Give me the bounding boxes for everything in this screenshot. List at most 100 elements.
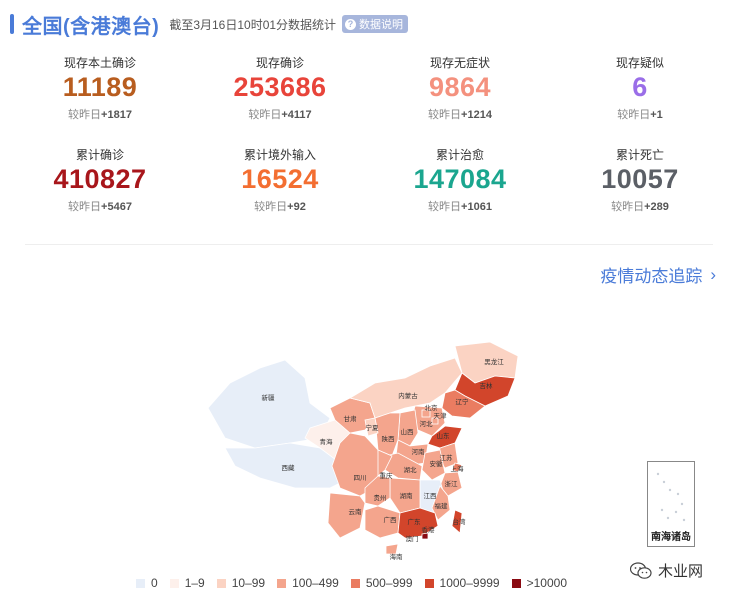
map-label: 广东 (408, 517, 422, 526)
map-label: 内蒙古 (398, 391, 418, 400)
stat-label: 累计确诊 (75, 148, 124, 162)
legend-swatch (277, 578, 287, 588)
stats-grid: 现存本土确诊 11189 较昨日+1817 现存确诊 253686 较昨日+41… (10, 50, 730, 234)
data-explain-button[interactable]: ? 数据说明 (342, 15, 409, 33)
map-label: 黑龙江 (484, 357, 504, 366)
map-label: 台湾 (453, 517, 467, 526)
stat-label: 现存疑似 (615, 56, 664, 70)
map-label: 安徽 (430, 459, 444, 468)
stat-label: 累计治愈 (435, 148, 484, 162)
province-shaanxi[interactable] (374, 412, 401, 457)
legend-item[interactable]: 1–9 (169, 576, 205, 590)
title-accent-bar (10, 14, 14, 34)
stat-value: 10057 (601, 164, 679, 194)
stat-current-local-confirmed: 现存本土确诊 11189 较昨日+1817 (10, 50, 190, 142)
stat-value: 11189 (62, 72, 138, 102)
legend-swatch (136, 578, 145, 588)
page-header: 全国(含港澳台) 截至3月16日10时01分数据统计 ? 数据说明 (10, 12, 409, 38)
stat-delta: 较昨日+4117 (248, 109, 312, 121)
legend-swatch (511, 578, 521, 588)
province-shanxi[interactable] (397, 409, 419, 447)
province-hainan[interactable] (385, 543, 399, 555)
stat-label: 累计境外输入 (243, 148, 316, 162)
map-label: 贵州 (374, 493, 387, 502)
page-title: 全国(含港澳台) (22, 15, 160, 38)
stat-value: 147084 (413, 164, 507, 194)
map-label: 重庆 (380, 471, 394, 480)
inset-label: 南海诸岛 (651, 532, 691, 543)
stat-total-cured: 累计治愈 147084 较昨日+1061 (370, 142, 550, 234)
stat-current-confirmed: 现存确诊 253686 较昨日+4117 (190, 50, 370, 142)
trend-tracking-link[interactable]: 疫情动态追踪 › (600, 262, 716, 287)
stats-row-cumulative: 累计确诊 410827 较昨日+5467 累计境外输入 16524 较昨日+92… (10, 142, 730, 234)
legend-item[interactable]: 500–999 (350, 576, 413, 590)
map-legend: 0 1–9 10–99 100–499 500–999 1000–9999 >1… (136, 576, 579, 590)
stat-delta: 较昨日+1817 (68, 109, 132, 121)
stat-total-confirmed: 累计确诊 410827 较昨日+5467 (10, 142, 190, 234)
stat-label: 累计死亡 (615, 148, 664, 162)
map-label: 湖北 (404, 465, 418, 474)
question-icon: ? (345, 18, 357, 30)
wechat-icon (630, 561, 652, 579)
stat-total-imported: 累计境外输入 16524 较昨日+92 (190, 142, 370, 234)
chevron-right-icon: › (710, 264, 716, 284)
map-label: 河南 (412, 447, 426, 456)
map-label: 青海 (320, 437, 334, 446)
map-label: 陕西 (382, 434, 396, 443)
stat-label: 现存本土确诊 (63, 56, 136, 70)
stat-value: 16524 (241, 164, 319, 194)
map-label: 西藏 (282, 463, 296, 472)
stat-delta: 较昨日+1061 (428, 201, 492, 213)
map-label: 福建 (435, 501, 449, 510)
map-label: 山东 (437, 431, 451, 440)
map-label: 云南 (349, 507, 363, 516)
stat-label: 现存无症状 (429, 56, 490, 70)
stat-value: 9864 (428, 72, 492, 102)
map-label: 吉林 (480, 381, 494, 390)
map-label: 北京 (425, 403, 439, 412)
map-label: 辽宁 (456, 397, 470, 406)
legend-item[interactable]: 100–499 (277, 576, 339, 590)
stat-delta: 较昨日+5467 (68, 201, 132, 213)
stat-delta: 较昨日+1 (617, 109, 663, 121)
stat-value: 6 (632, 72, 648, 102)
stat-label: 现存确诊 (255, 56, 304, 70)
china-map: 新疆 西藏 青海 甘肃 宁夏 内蒙古 黑龙江 吉林 辽宁 北京 天津 河北 山西… (207, 341, 519, 561)
map-label: 湖南 (400, 491, 414, 500)
stat-total-deaths: 累计死亡 10057 较昨日+289 (550, 142, 730, 234)
map-label: 上海 (451, 464, 465, 473)
map-label: 香港 (422, 525, 436, 534)
legend-item[interactable]: >10000 (511, 576, 567, 590)
map-label: 四川 (354, 474, 367, 482)
legend-swatch (424, 578, 434, 588)
map-label: 浙江 (445, 479, 459, 488)
map-label: 广西 (384, 515, 398, 524)
legend-swatch (169, 578, 179, 588)
stats-row-current: 现存本土确诊 11189 较昨日+1817 现存确诊 253686 较昨日+41… (10, 50, 730, 142)
map-label: 江西 (424, 492, 438, 500)
map-label: 河北 (420, 420, 434, 428)
data-explain-label: 数据说明 (359, 19, 404, 31)
stat-delta: 较昨日+92 (254, 201, 306, 213)
map-label: 宁夏 (366, 423, 380, 432)
legend-swatch (216, 578, 226, 588)
stat-delta: 较昨日+1214 (428, 109, 492, 121)
watermark: 木业网 (630, 560, 703, 581)
map-label: 海南 (390, 552, 404, 561)
data-timestamp: 截至3月16日10时01分数据统计 (169, 17, 337, 32)
legend-item[interactable]: 10–99 (216, 576, 265, 590)
map-label: 山西 (401, 427, 415, 436)
legend-item[interactable]: 1000–9999 (424, 576, 500, 590)
map-label: 甘肃 (344, 414, 358, 423)
stat-value: 410827 (53, 164, 147, 194)
legend-swatch (350, 578, 360, 588)
trend-link-label: 疫情动态追踪 (600, 267, 703, 286)
map-label: 天津 (434, 412, 448, 420)
section-divider (25, 244, 713, 245)
legend-item[interactable]: 0 (136, 576, 158, 590)
map-label: 澳门 (406, 534, 419, 543)
stat-delta: 较昨日+289 (611, 201, 669, 213)
stat-value: 253686 (233, 72, 327, 102)
watermark-text: 木业网 (658, 563, 704, 580)
map-label: 新疆 (262, 393, 276, 402)
